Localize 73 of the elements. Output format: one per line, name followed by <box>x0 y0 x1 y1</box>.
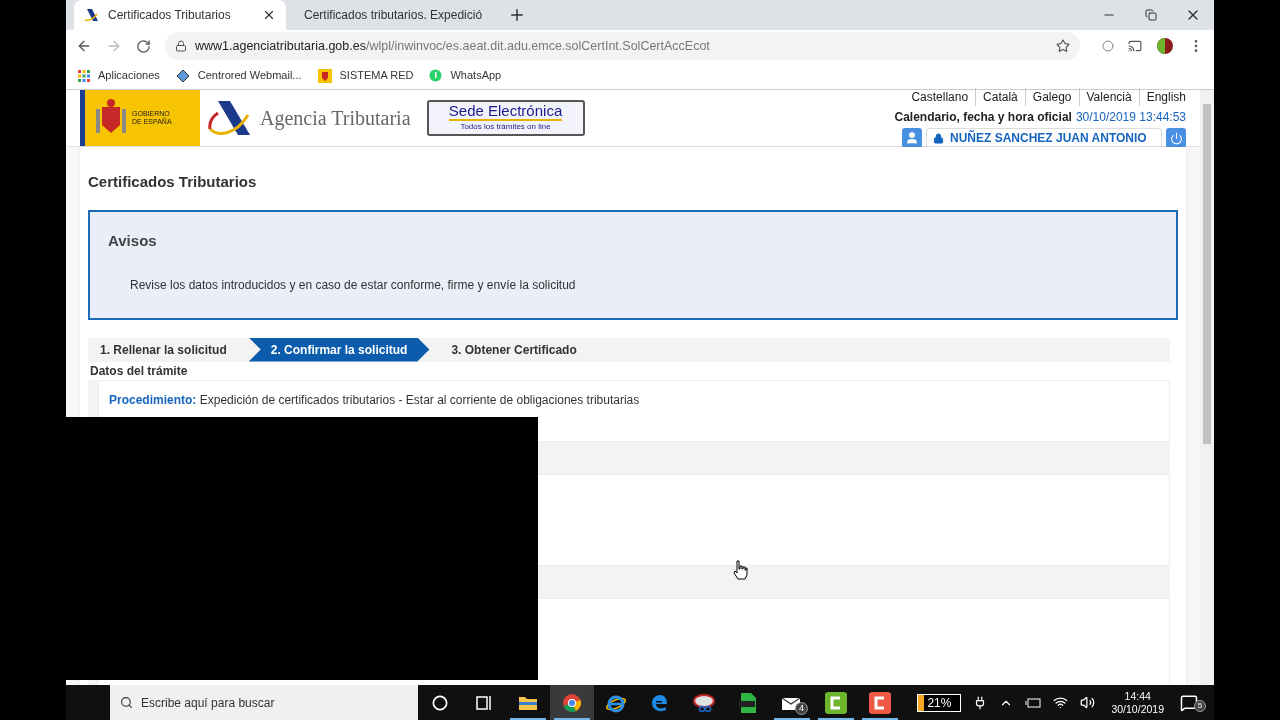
bookmark-item[interactable]: WhatsApp <box>429 67 502 84</box>
edge-icon <box>650 692 670 713</box>
running-indicator <box>774 718 810 720</box>
agency-name: Agencia Tributaria <box>260 106 411 132</box>
bookmark-star-icon[interactable] <box>1056 39 1070 53</box>
wizard-step[interactable]: 2. Confirmar la solicitud <box>248 337 430 362</box>
notification-count: 5 <box>1194 699 1206 712</box>
address-bar[interactable]: www1.agenciatributaria.gob.es/wlpl/inwinvoc/es.aeat.dit.adu.emce.solCertInt.SolCertAccEcot <box>165 32 1080 60</box>
power-options-icon[interactable] <box>1025 696 1042 709</box>
browser-tab[interactable]: Certificados Tributarios <box>74 0 286 30</box>
new-tab-icon[interactable] <box>508 6 526 24</box>
clock-label: Calendario, fecha y hora oficial <box>894 109 1072 126</box>
sede-title: Sede Electrónica <box>448 103 563 121</box>
running-indicator <box>510 718 546 720</box>
clock-value: 30/10/2019 13:44:53 <box>1075 109 1186 126</box>
whatsapp-icon <box>429 69 443 82</box>
reload-icon[interactable] <box>136 38 151 54</box>
taskbar-app-button[interactable] <box>550 685 594 720</box>
notifications-icon[interactable] <box>1180 693 1198 712</box>
task-view-icon <box>475 694 493 711</box>
logout-icon[interactable] <box>1166 128 1186 148</box>
page-title: Certificados Tributarios <box>88 172 258 192</box>
search-icon <box>120 696 133 709</box>
camtasia-icon <box>825 691 847 714</box>
clock-date[interactable]: 30/10/2019 <box>1111 702 1164 716</box>
apps-grid-icon <box>78 69 90 82</box>
running-indicator <box>818 718 854 720</box>
sede-electronica-logo[interactable]: Sede Electrónica Todos los trámites on line <box>426 100 585 136</box>
agency-logo-icon <box>208 99 252 137</box>
folder-icon <box>518 694 538 711</box>
field-row-text: Procedimiento: Expedición de certificados tributarios - Estar al corriente de obligaciones tributarias <box>109 391 641 409</box>
url-text: www1.agenciatributaria.gob.es/wlpl/inwinvoc/es.aeat.dit.adu.emce.solCertInt.SolCertAccEcot <box>195 37 711 55</box>
snipping-tool-icon <box>692 692 716 713</box>
volume-icon[interactable] <box>1080 695 1096 710</box>
language-link[interactable]: Galego <box>1024 88 1079 106</box>
running-indicator <box>554 718 590 720</box>
bookmark-item[interactable]: Centrored Webmail... <box>175 67 302 84</box>
language-link[interactable]: English <box>1138 88 1186 106</box>
bookmark-item[interactable]: SISTEMA RED <box>317 67 414 84</box>
sede-subtitle: Todos los trámites on line <box>460 121 551 133</box>
battery-indicator[interactable]: 21% <box>917 693 962 712</box>
scrollbar[interactable] <box>1200 90 1214 685</box>
back-icon[interactable] <box>76 38 92 54</box>
webmail-icon <box>175 68 190 83</box>
running-indicator <box>862 718 898 720</box>
cast-icon[interactable] <box>1128 39 1142 53</box>
lock-icon <box>175 40 187 52</box>
profile-icon[interactable] <box>1156 37 1174 55</box>
tab-favicon-icon <box>84 8 100 22</box>
notice-title: Avisos <box>108 230 158 251</box>
pdf-file-icon <box>738 691 758 714</box>
tab-title: Certificados Tributarios <box>108 7 232 24</box>
bookmark-item[interactable]: Aplicaciones <box>78 67 160 84</box>
close-tab-icon[interactable] <box>262 8 276 22</box>
language-link[interactable]: Català <box>975 88 1025 106</box>
language-link[interactable]: Valencià <box>1078 88 1139 106</box>
badge-count: 4 <box>795 702 808 715</box>
notice-message: Revise los datos introducidos y en caso de estar conforme, firme y envíe la solicitud <box>130 277 577 294</box>
user-avatar-icon[interactable] <box>902 128 922 148</box>
lock-icon <box>933 132 944 144</box>
cortana-icon <box>432 694 448 711</box>
wizard-step[interactable]: 1. Rellenar la solicitud <box>90 337 249 362</box>
chrome-icon <box>562 692 582 713</box>
section-title: Datos del trámite <box>90 362 189 380</box>
language-link[interactable]: Castellano <box>904 88 976 106</box>
taskbar-app-button[interactable]: 4 <box>770 685 814 720</box>
crest-icon <box>317 68 332 83</box>
wizard-step[interactable]: 3. Obtener Certificado <box>429 337 599 362</box>
taskbar-search-field[interactable]: Escribe aquí para buscar <box>110 685 418 720</box>
clock-time[interactable]: 14:44 <box>1124 689 1151 703</box>
tab-title: Certificados tributarios. Expedició <box>304 7 483 24</box>
recorder-icon <box>869 691 891 714</box>
wifi-icon[interactable] <box>1053 695 1069 710</box>
